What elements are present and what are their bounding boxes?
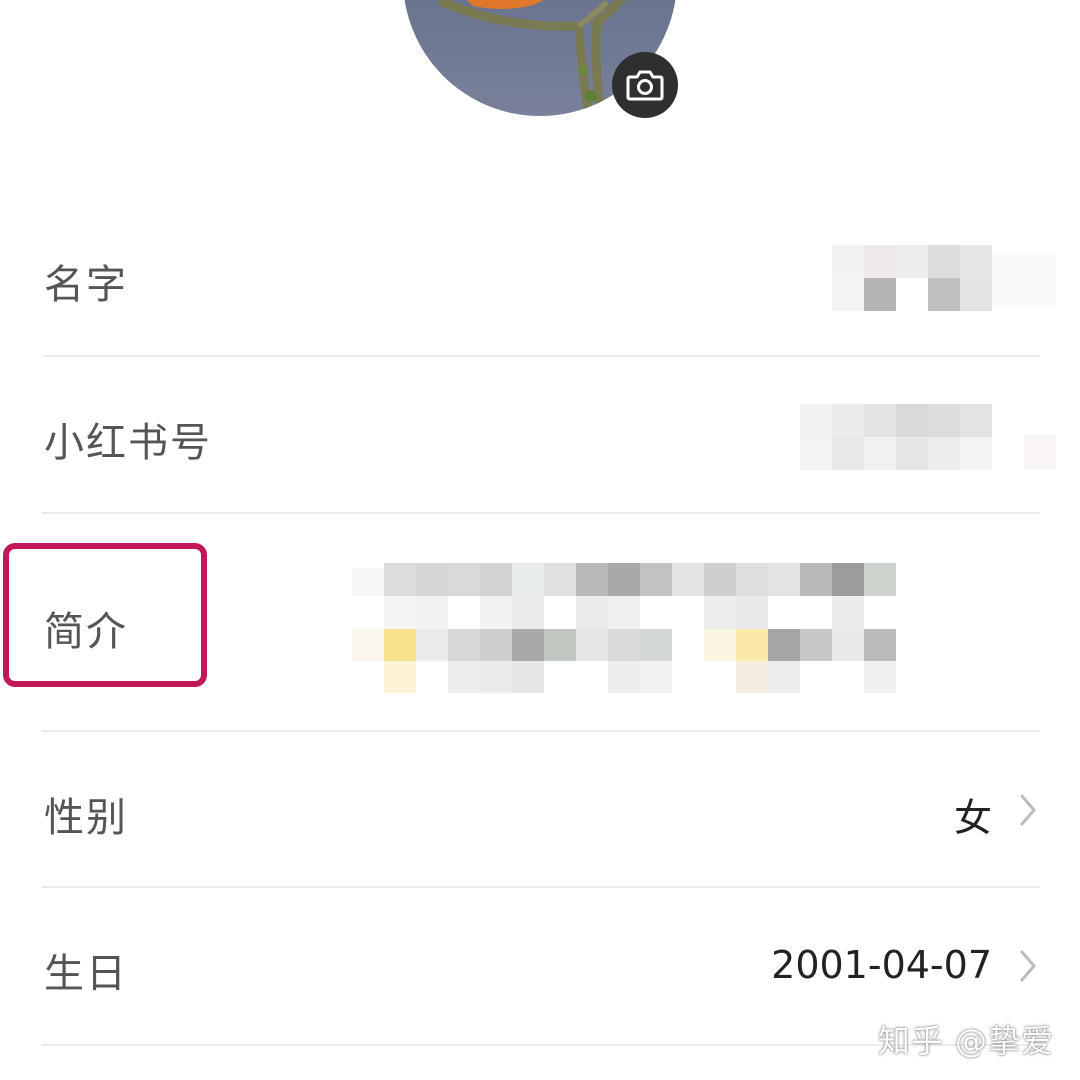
field-label-gender: 性别	[44, 795, 128, 841]
bio-value-pixelated	[352, 563, 912, 693]
field-label-redbook-id: 小红书号	[44, 420, 212, 466]
field-row-gender[interactable]: 性别 女	[42, 731, 1040, 888]
field-label-birthday: 生日	[44, 951, 128, 997]
watermark: 知乎 @挚爱	[877, 1022, 1054, 1060]
field-label-name: 名字	[44, 262, 128, 308]
change-avatar-button[interactable]	[612, 52, 678, 118]
field-value-birthday: 2001-04-07	[771, 943, 992, 987]
chevron-right-icon	[1020, 950, 1036, 982]
chevron-right-icon	[1020, 794, 1036, 826]
redbook-id-value-pixelated	[800, 404, 1056, 470]
field-row-redbook-id[interactable]: 小红书号	[42, 356, 1056, 514]
field-value-gender: 女	[953, 796, 992, 840]
camera-icon	[626, 70, 664, 101]
bio-highlight-box	[3, 543, 207, 687]
field-row-name[interactable]: 名字	[42, 200, 1056, 357]
name-value-pixelated	[832, 245, 1056, 311]
